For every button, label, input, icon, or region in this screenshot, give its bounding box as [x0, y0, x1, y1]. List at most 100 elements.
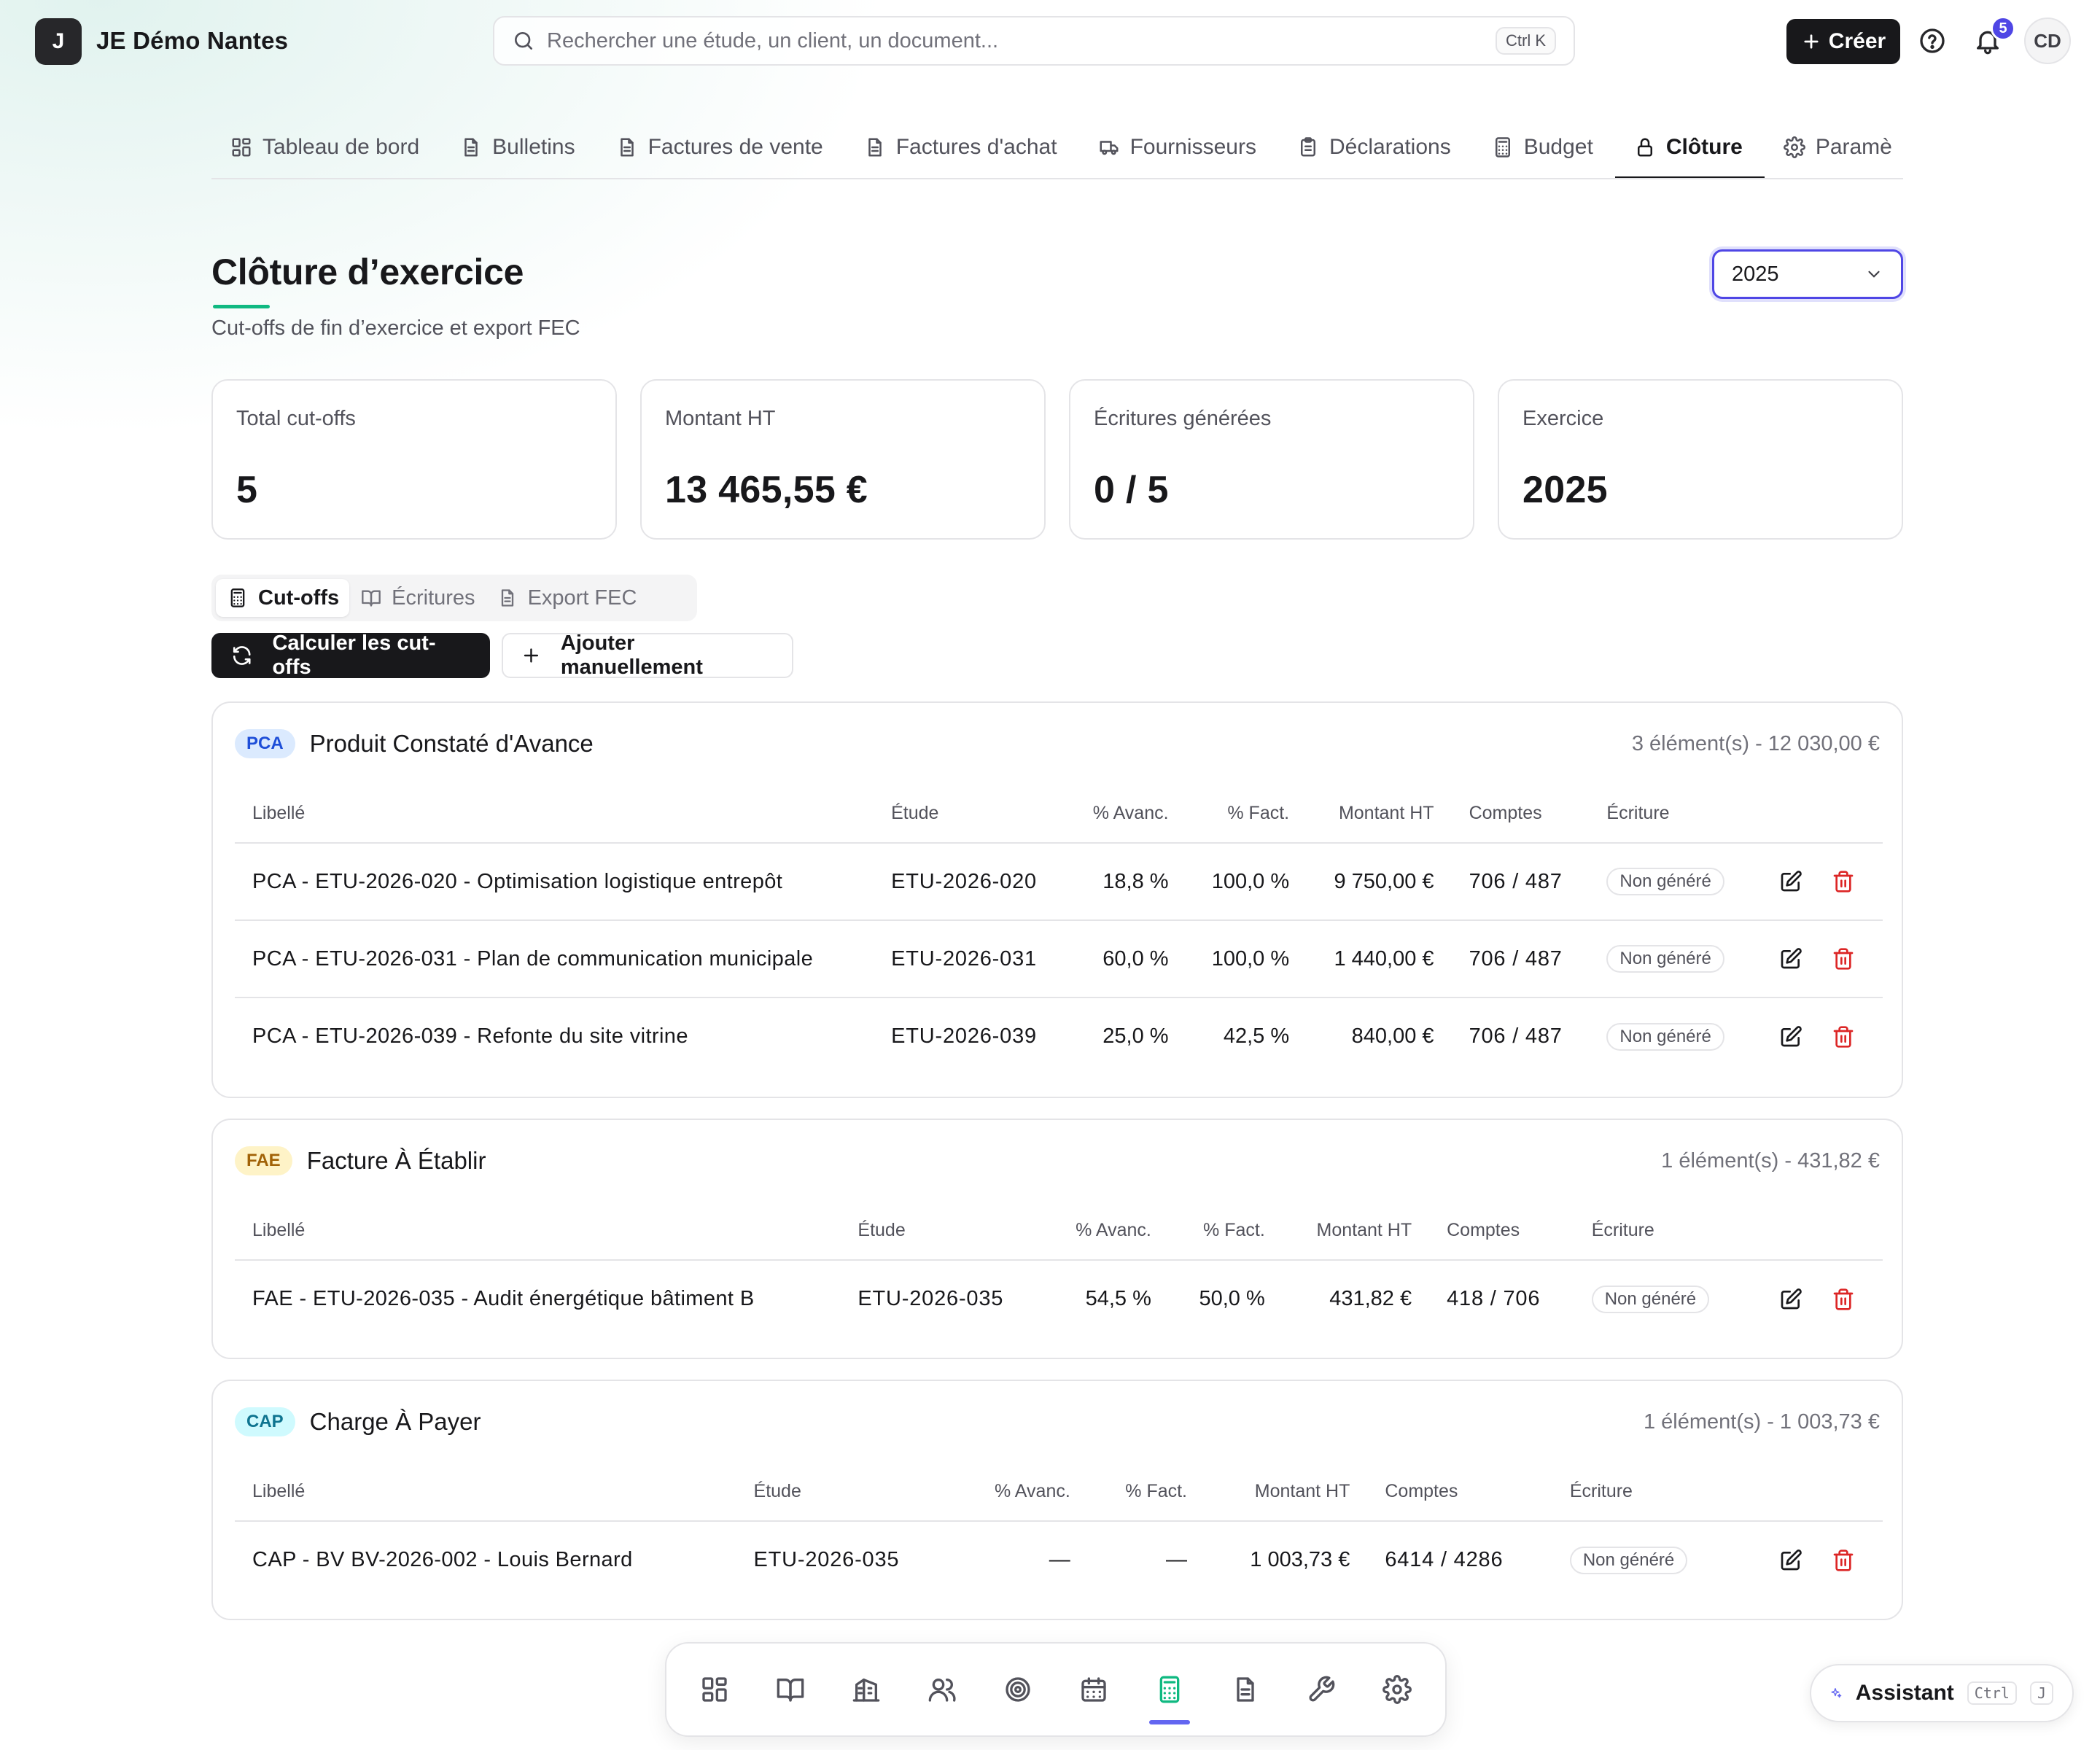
- wrench-icon: [1309, 1676, 1335, 1702]
- column-header[interactable]: Étude: [840, 1202, 1044, 1261]
- building-icon: [852, 1679, 880, 1702]
- search-input[interactable]: Rechercher une étude, un client, un docu…: [493, 16, 1575, 66]
- cell-actions: [1752, 843, 1883, 921]
- column-header[interactable]: % Fact.: [1186, 785, 1307, 844]
- create-button[interactable]: Créer: [1786, 19, 1900, 64]
- column-header[interactable]: Comptes: [1367, 1463, 1552, 1522]
- cell-montant: 9 750,00 €: [1307, 843, 1452, 921]
- segment-label: Écritures: [392, 586, 475, 610]
- tab-label: Bulletins: [492, 135, 575, 159]
- edit-button[interactable]: [1779, 1549, 1802, 1572]
- page-title: Clôture d’exercice: [211, 252, 524, 292]
- column-header[interactable]: % Fact.: [1087, 1463, 1205, 1522]
- table-row[interactable]: CAP - BV BV-2026-002 - Louis Bernard ETU-…: [235, 1521, 1883, 1598]
- cell-etude: ETU-2026-031: [874, 920, 1068, 998]
- add-manual-button[interactable]: Ajouter manuellement: [502, 631, 793, 679]
- dock-item-document[interactable]: [1208, 1654, 1283, 1724]
- help-icon[interactable]: [1918, 26, 1947, 55]
- dock-item-book[interactable]: [752, 1654, 828, 1724]
- tab-5[interactable]: Déclarations: [1278, 117, 1473, 178]
- dock-item-target[interactable]: [980, 1654, 1056, 1724]
- cell-ecriture: Non généré: [1574, 1260, 1746, 1337]
- trash-icon: [1833, 1288, 1854, 1310]
- delete-button[interactable]: [1832, 1549, 1855, 1572]
- tab-2[interactable]: Factures de vente: [597, 117, 845, 178]
- edit-button[interactable]: [1779, 1288, 1802, 1311]
- year-select[interactable]: 2025: [1712, 249, 1903, 299]
- refresh-icon: [233, 646, 251, 665]
- table-row[interactable]: PCA - ETU-2026-031 - Plan de communicati…: [235, 920, 1883, 998]
- org-logo[interactable]: J: [35, 18, 82, 65]
- assistant-shortcut-key: J: [2029, 1681, 2053, 1705]
- document-icon: [1237, 1677, 1254, 1702]
- cell-comptes: 706 / 487: [1451, 843, 1590, 921]
- edit-icon: [1781, 1288, 1802, 1309]
- segment-label: Cut-offs: [258, 586, 340, 610]
- tab-1[interactable]: Bulletins: [441, 117, 596, 178]
- assistant-button[interactable]: Assistant Ctrl J: [1810, 1664, 2074, 1722]
- dock-item-users[interactable]: [904, 1654, 980, 1724]
- cell-actions: [1753, 998, 1883, 1075]
- column-header[interactable]: Montant HT: [1307, 785, 1452, 844]
- tab-3[interactable]: Factures d'achat: [845, 117, 1079, 178]
- table-row[interactable]: FAE - ETU-2026-035 - Audit énergétique b…: [235, 1260, 1883, 1337]
- section-fae: FAE Facture À Établir 1 élément(s) - 431,8…: [211, 1119, 1903, 1359]
- column-header[interactable]: Écriture: [1589, 785, 1753, 844]
- edit-icon: [1781, 948, 1802, 969]
- table-header-row: Libellé Étude% Avanc.% Fact. Montant HT Com…: [235, 1202, 1883, 1261]
- column-header[interactable]: Comptes: [1451, 785, 1590, 844]
- column-header[interactable]: Libellé: [235, 785, 874, 844]
- segment-0[interactable]: Cut-offs: [216, 579, 350, 617]
- calculator-icon: [1159, 1676, 1180, 1703]
- tab-4[interactable]: Fournisseurs: [1079, 117, 1278, 178]
- column-header[interactable]: % Fact.: [1168, 1202, 1283, 1261]
- column-header[interactable]: Montant HT: [1205, 1463, 1368, 1522]
- tab-0[interactable]: Tableau de bord: [211, 117, 441, 178]
- delete-button[interactable]: [1832, 1288, 1855, 1311]
- column-header[interactable]: % Avanc.: [954, 1463, 1088, 1522]
- org-name[interactable]: JE Démo Nantes: [96, 27, 288, 55]
- delete-button[interactable]: [1832, 870, 1855, 893]
- dock-item-building[interactable]: [828, 1654, 904, 1724]
- dock-item-wrench[interactable]: [1283, 1654, 1359, 1724]
- column-header[interactable]: Étude: [736, 1463, 954, 1522]
- segment-1[interactable]: Écritures: [349, 579, 485, 617]
- tab-6[interactable]: Budget: [1473, 117, 1615, 178]
- tab-7[interactable]: Clôture: [1614, 117, 1765, 178]
- target-icon: [1006, 1677, 1030, 1702]
- column-header[interactable]: Écriture: [1574, 1202, 1746, 1261]
- column-header[interactable]: % Avanc.: [1067, 785, 1186, 844]
- table-row[interactable]: PCA - ETU-2026-039 - Refonte du site vit…: [235, 998, 1883, 1075]
- edit-button[interactable]: [1779, 1025, 1802, 1049]
- table-header-row: Libellé Étude% Avanc.% Fact. Montant HT Com…: [235, 1463, 1883, 1522]
- column-header[interactable]: Montant HT: [1282, 1202, 1430, 1261]
- dock-item-calendar[interactable]: [1056, 1654, 1132, 1724]
- delete-button[interactable]: [1832, 947, 1855, 971]
- cell-etude: ETU-2026-039: [891, 1024, 1037, 1048]
- column-header[interactable]: Comptes: [1429, 1202, 1574, 1261]
- column-header[interactable]: % Avanc.: [1043, 1202, 1169, 1261]
- section-header: FAE Facture À Établir 1 élément(s) - 431,8…: [235, 1120, 1880, 1202]
- edit-button[interactable]: [1779, 870, 1802, 893]
- column-header[interactable]: Écriture: [1552, 1463, 1737, 1522]
- column-header[interactable]: Libellé: [235, 1463, 736, 1522]
- column-header[interactable]: Étude: [874, 785, 1068, 844]
- tab-8[interactable]: Paramè: [1765, 117, 1903, 178]
- compute-cutoffs-button[interactable]: Calculer les cut-offs: [211, 631, 490, 679]
- user-avatar[interactable]: CD: [2024, 18, 2071, 64]
- cell-avanc: —: [1049, 1548, 1070, 1571]
- column-header-actions: [1736, 1463, 1883, 1522]
- segment-2[interactable]: Export FEC: [486, 579, 648, 617]
- dock-item-calculator[interactable]: [1132, 1654, 1208, 1724]
- table-row[interactable]: PCA - ETU-2026-020 - Optimisation logist…: [235, 843, 1883, 921]
- edit-button[interactable]: [1779, 947, 1802, 971]
- edit-icon: [1781, 871, 1802, 892]
- cell-actions: [1752, 920, 1883, 998]
- column-header[interactable]: Libellé: [235, 1202, 841, 1261]
- cell-montant: 431,82 €: [1329, 1287, 1412, 1310]
- cell-libelle: FAE - ETU-2026-035 - Audit énergétique b…: [252, 1287, 755, 1310]
- stat-label: Total cut-offs: [236, 407, 356, 430]
- dock-item-dashboard[interactable]: [677, 1654, 752, 1724]
- dock-item-gear[interactable]: [1359, 1654, 1435, 1724]
- delete-button[interactable]: [1832, 1025, 1855, 1049]
